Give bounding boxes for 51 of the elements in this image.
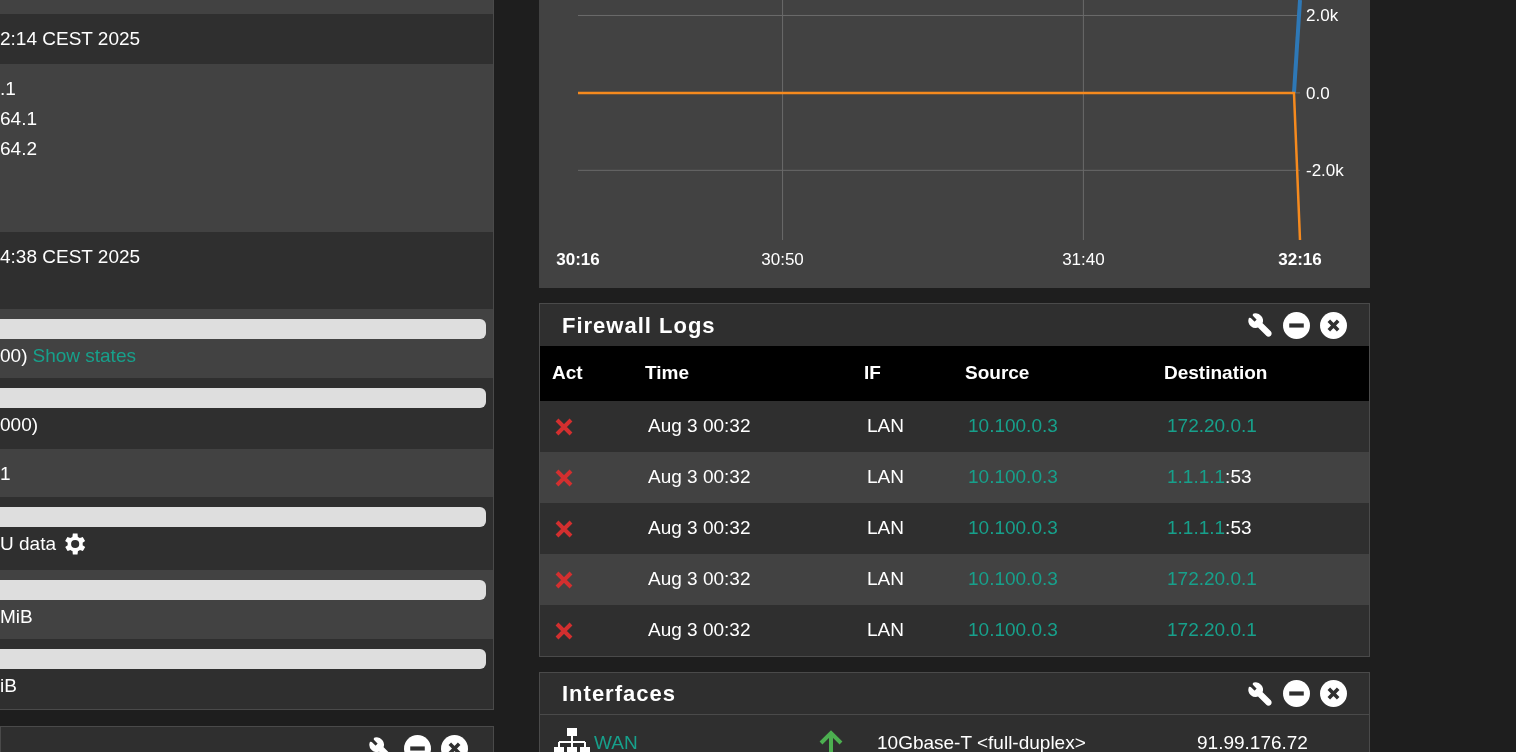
- axis-label: 30:50: [761, 250, 804, 269]
- info-text: 64.2: [0, 137, 38, 161]
- table-cell: Aug 3 00:32: [648, 619, 751, 641]
- destination-link[interactable]: 1.1.1.1: [1167, 514, 1226, 543]
- table-cell: Aug 3 00:32: [648, 568, 751, 590]
- source-link[interactable]: 10.100.0.3: [968, 466, 1058, 488]
- info-text: 2:14 CEST 2025: [0, 27, 142, 51]
- source-link[interactable]: 10.100.0.3: [968, 517, 1058, 539]
- port-text: :53: [1225, 516, 1252, 541]
- table-cell: LAN: [867, 466, 904, 488]
- info-text: 1: [0, 462, 12, 486]
- show-states-link[interactable]: Show states: [32, 341, 136, 371]
- table-cell: 10Gbase-T <full-duplex>: [877, 731, 1086, 752]
- port-text: :53: [1225, 465, 1252, 490]
- source-link[interactable]: 10.100.0.3: [968, 415, 1058, 437]
- info-text: 64.1: [0, 107, 38, 131]
- info-text: MiB: [0, 604, 33, 629]
- source-link[interactable]: 10.100.0.3: [968, 619, 1058, 641]
- info-text: 00): [0, 343, 28, 368]
- info-text: iB: [0, 673, 17, 698]
- destination-link[interactable]: 172.20.0.1: [1167, 616, 1257, 645]
- table-cell: LAN: [867, 568, 904, 590]
- axis-label: 30:16: [556, 250, 600, 269]
- info-text: 4:38 CEST 2025: [0, 245, 142, 269]
- axis-label: 0.0: [1306, 83, 1330, 103]
- column-header[interactable]: IF: [864, 362, 881, 384]
- axis-label: 2.0k: [1306, 6, 1339, 26]
- table-cell: LAN: [867, 517, 904, 539]
- table-cell: LAN: [867, 619, 904, 641]
- table-cell: Aug 3 00:32: [648, 466, 751, 488]
- destination-link[interactable]: 1.1.1.1: [1167, 463, 1226, 492]
- table-cell: Aug 3 00:32: [648, 517, 751, 539]
- source-link[interactable]: 10.100.0.3: [968, 568, 1058, 590]
- column-header[interactable]: Time: [645, 362, 689, 384]
- destination-link[interactable]: 172.20.0.1: [1167, 412, 1257, 441]
- interface-link[interactable]: WAN: [594, 728, 638, 752]
- column-header[interactable]: Act: [552, 362, 583, 384]
- axis-label: 31:40: [1062, 250, 1105, 269]
- panel-title: Firewall Logs: [562, 311, 716, 340]
- axis-label: 32:16: [1278, 250, 1322, 269]
- table-cell: Aug 3 00:32: [648, 415, 751, 437]
- table-cell: LAN: [867, 415, 904, 437]
- panel-title: Interfaces: [562, 680, 676, 708]
- column-header[interactable]: Source: [965, 362, 1030, 384]
- table-cell-text: 91.99.176.72: [1197, 730, 1308, 752]
- info-text: U data: [0, 531, 56, 556]
- column-header[interactable]: Destination: [1164, 362, 1268, 384]
- axis-label: -2.0k: [1306, 161, 1344, 181]
- info-text: 000): [0, 412, 39, 437]
- destination-link[interactable]: 172.20.0.1: [1167, 565, 1257, 594]
- info-text: .1: [0, 77, 17, 101]
